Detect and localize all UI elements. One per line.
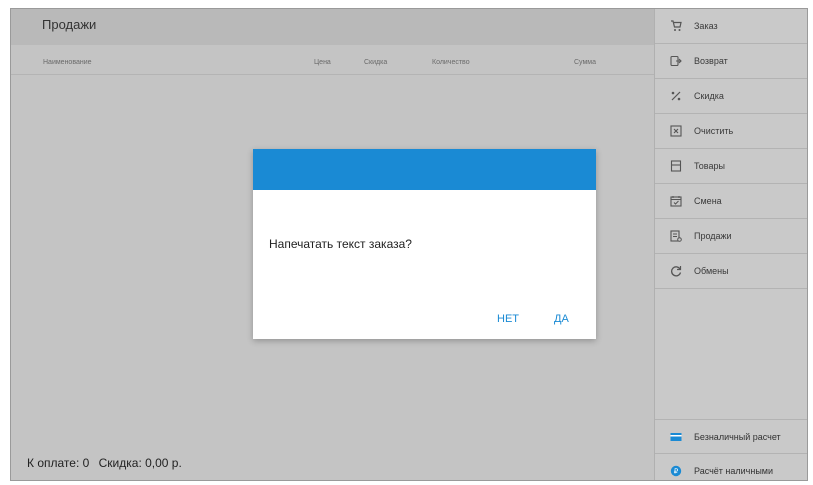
print-confirm-dialog: Напечатать текст заказа? НЕТ ДА: [253, 149, 596, 339]
sidebar-item-label: Скидка: [694, 91, 724, 101]
column-header-price: Цена: [314, 59, 331, 66]
cart-icon: [670, 20, 682, 32]
sidebar-item-label: Продажи: [694, 231, 732, 241]
card-payment-button[interactable]: Безналичный расчет: [655, 419, 807, 453]
sidebar-item-exchanges[interactable]: Обмены: [655, 254, 807, 289]
dialog-header: [253, 149, 596, 190]
sidebar-item-products[interactable]: Товары: [655, 149, 807, 184]
sidebar-item-label: Обмены: [694, 266, 729, 276]
discount-total: Скидка: 0,00 р.: [98, 456, 182, 470]
clear-icon: [670, 125, 682, 137]
shift-calendar-icon: [670, 195, 682, 207]
cash-payment-label: Расчёт наличными: [694, 465, 774, 476]
sync-icon: [670, 265, 682, 277]
table-header: Наименование Цена Скидка Количество Сумм…: [11, 49, 654, 75]
sales-report-icon: [670, 230, 682, 242]
cash-payment-button[interactable]: ₽ Расчёт наличными: [655, 453, 807, 480]
sidebar-item-discount[interactable]: Скидка: [655, 79, 807, 114]
sidebar-item-order[interactable]: Заказ: [655, 9, 807, 44]
order-summary: К оплате: 0 Скидка: 0,00 р.: [27, 456, 188, 470]
return-icon: [670, 55, 682, 67]
sidebar-item-label: Возврат: [694, 56, 728, 66]
column-header-name: Наименование: [43, 59, 92, 66]
sidebar: Заказ Возврат Скидка Очистить Товары Сме…: [654, 9, 807, 480]
dialog-message: Напечатать текст заказа?: [269, 237, 412, 251]
sidebar-item-label: Товары: [694, 161, 725, 171]
sidebar-item-sales[interactable]: Продажи: [655, 219, 807, 254]
no-button[interactable]: НЕТ: [493, 311, 523, 327]
products-icon: [670, 160, 682, 172]
sidebar-item-return[interactable]: Возврат: [655, 44, 807, 79]
sidebar-item-label: Очистить: [694, 126, 734, 136]
sidebar-item-label: Заказ: [694, 21, 718, 31]
amount-to-pay: К оплате: 0: [27, 456, 90, 470]
column-header-sum: Сумма: [574, 59, 596, 66]
sidebar-item-label: Смена: [694, 196, 722, 206]
app-window: Продажи Наименование Цена Скидка Количес…: [10, 8, 808, 481]
column-header-discount: Скидка: [364, 59, 388, 66]
card-payment-label: Безналичный расчет: [694, 431, 781, 442]
credit-card-icon: [670, 431, 682, 443]
yes-button[interactable]: ДА: [550, 311, 573, 327]
sidebar-item-clear[interactable]: Очистить: [655, 114, 807, 149]
sidebar-item-shift[interactable]: Смена: [655, 184, 807, 219]
cash-icon: ₽: [670, 465, 682, 477]
svg-text:₽: ₽: [674, 467, 679, 475]
column-header-quantity: Количество: [432, 59, 470, 66]
page-title: Продажи: [11, 9, 654, 45]
percent-icon: [670, 90, 682, 102]
